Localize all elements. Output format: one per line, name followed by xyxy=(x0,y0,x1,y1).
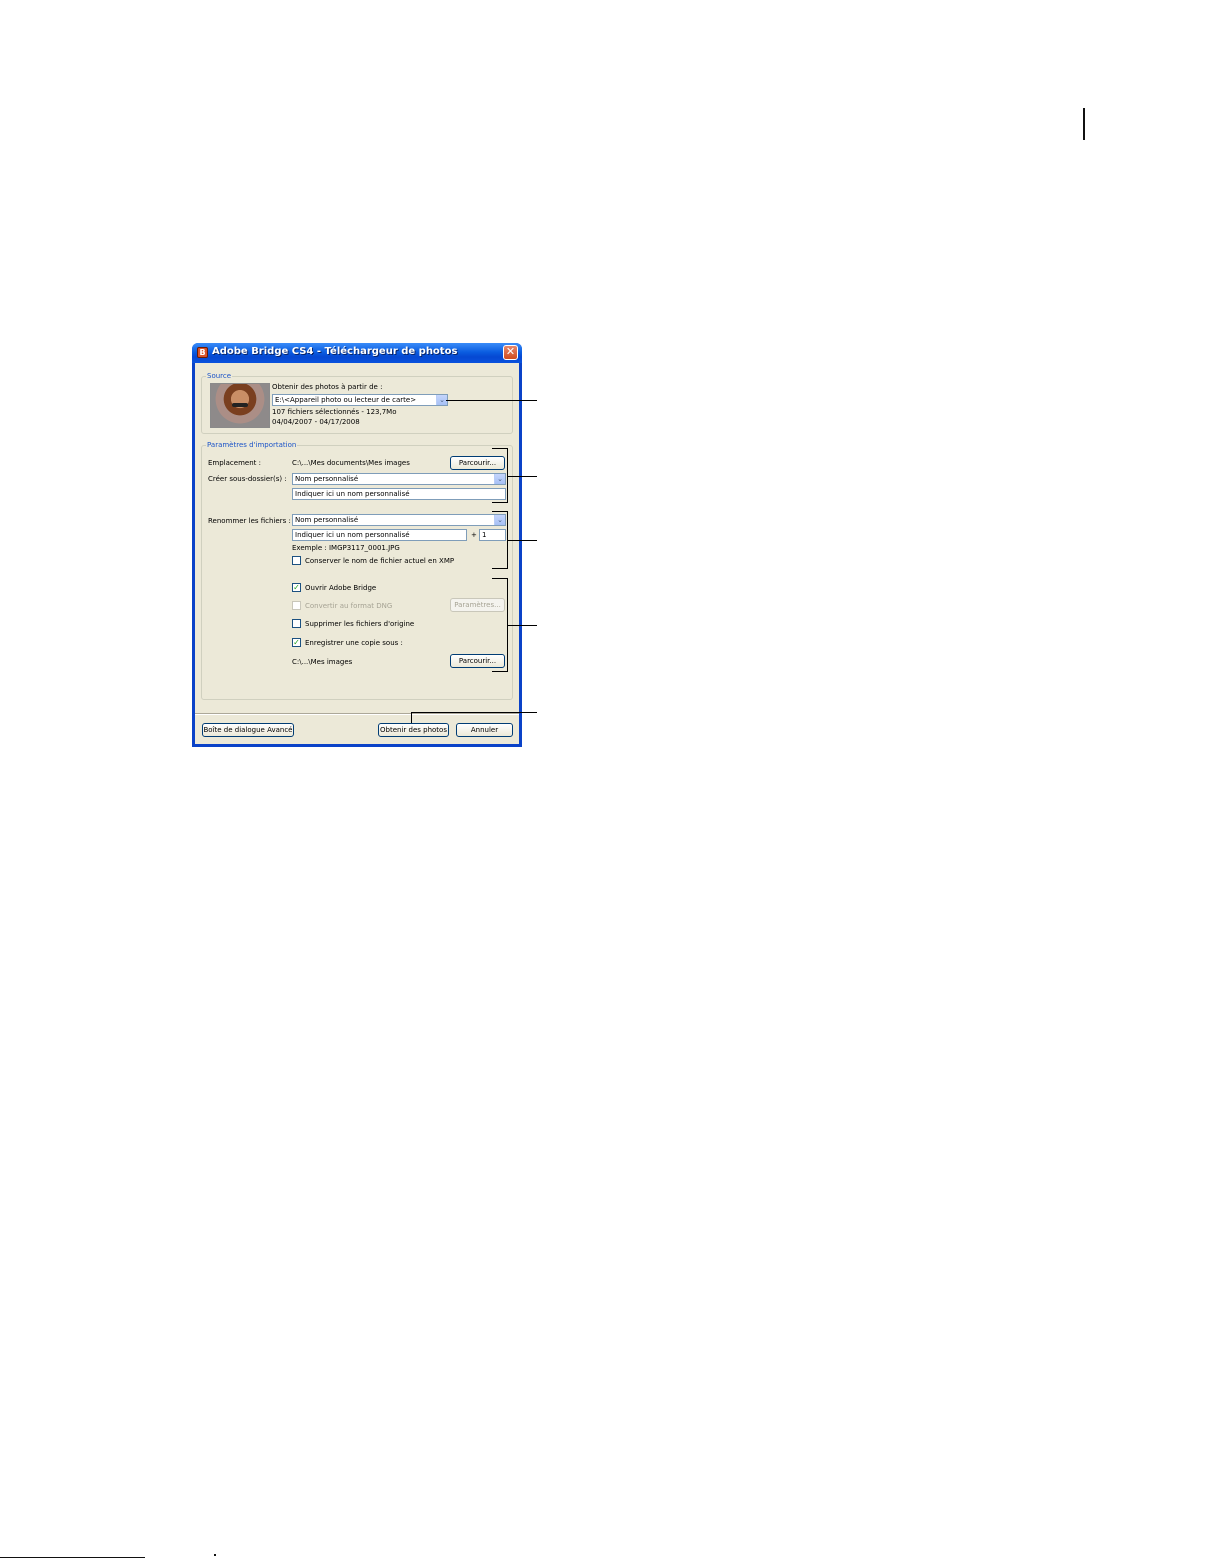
example-text: Exemple : IMGP3117_0001.JPG xyxy=(292,544,400,552)
plus-label: + xyxy=(471,531,477,539)
preview-photo-detail xyxy=(232,403,248,407)
callout-line-location xyxy=(508,476,537,477)
get-from-label: Obtenir des photos à partir de : xyxy=(272,383,383,391)
callout-line-rename xyxy=(508,540,537,541)
rename-name-value: Indiquer ici un nom personnalisé xyxy=(295,531,410,539)
subfolder-name-field[interactable]: Indiquer ici un nom personnalisé xyxy=(292,488,506,500)
callout-bracket-options xyxy=(492,578,508,672)
adobe-bridge-icon: B xyxy=(197,347,208,358)
device-select[interactable]: E:\<Appareil photo ou lecteur de carte> … xyxy=(272,394,448,406)
subfolder-label: Créer sous-dossier(s) : xyxy=(208,475,287,483)
callout-bracket-location xyxy=(492,448,508,503)
sequence-start-value: 1 xyxy=(482,531,487,539)
copy-path: C:\...\Mes images xyxy=(292,658,353,666)
location-label: Emplacement : xyxy=(208,459,261,467)
cancel-button[interactable]: Annuler xyxy=(456,723,513,737)
footer-mark xyxy=(214,1554,216,1556)
open-bridge-label: Ouvrir Adobe Bridge xyxy=(305,584,377,592)
close-button[interactable]: ✕ xyxy=(503,345,518,360)
save-copy-label: Enregistrer une copie sous : xyxy=(305,639,403,647)
dialog-body: Source Obtenir des photos à partir de : … xyxy=(195,363,519,744)
open-bridge-checkbox[interactable]: ✓ xyxy=(292,583,301,592)
convert-dng-label: Convertir au format DNG xyxy=(305,602,393,610)
delete-originals-label: Supprimer les fichiers d'origine xyxy=(305,620,415,628)
photo-downloader-window: B Adobe Bridge CS4 - Téléchargeur de pho… xyxy=(192,343,522,747)
import-legend: Paramètres d'importation xyxy=(206,441,298,449)
rename-label: Renommer les fichiers : xyxy=(208,517,291,525)
get-photos-button[interactable]: Obtenir des photos xyxy=(378,723,449,737)
convert-dng-checkbox[interactable] xyxy=(292,601,301,610)
window-title: Adobe Bridge CS4 - Téléchargeur de photo… xyxy=(212,346,458,357)
keep-xmp-label: Conserver le nom de fichier actuel en XM… xyxy=(305,557,455,565)
subfolder-select-value: Nom personnalisé xyxy=(295,475,359,483)
rename-name-field[interactable]: Indiquer ici un nom personnalisé xyxy=(292,529,467,541)
location-path: C:\...\Mes documents\Mes images xyxy=(292,459,410,467)
title-bar[interactable]: B Adobe Bridge CS4 - Téléchargeur de pho… xyxy=(192,343,522,363)
subfolder-name-value: Indiquer ici un nom personnalisé xyxy=(295,490,410,498)
footer-separator xyxy=(195,713,519,714)
rename-select[interactable]: Nom personnalisé ⌄ xyxy=(292,514,506,526)
source-legend: Source xyxy=(206,372,233,380)
rename-select-value: Nom personnalisé xyxy=(295,516,359,524)
advanced-dialog-button[interactable]: Boîte de dialogue Avancé xyxy=(202,723,294,737)
callout-line-get-photos-v xyxy=(411,712,412,723)
device-select-value: E:\<Appareil photo ou lecteur de carte> xyxy=(275,396,417,404)
keep-xmp-checkbox[interactable] xyxy=(292,556,301,565)
callout-line-get-photos-h xyxy=(411,712,537,713)
subfolder-select[interactable]: Nom personnalisé ⌄ xyxy=(292,473,506,485)
delete-originals-checkbox[interactable] xyxy=(292,619,301,628)
callout-line-options xyxy=(508,625,537,626)
callout-bracket-rename xyxy=(492,511,508,569)
page-marker xyxy=(1083,108,1085,140)
callout-line-source xyxy=(446,400,537,401)
save-copy-checkbox[interactable]: ✓ xyxy=(292,638,301,647)
files-info: 107 fichiers sélectionnés - 123,7Mo xyxy=(272,408,397,416)
footer-rule xyxy=(0,1557,145,1558)
date-range: 04/04/2007 - 04/17/2008 xyxy=(272,418,360,426)
